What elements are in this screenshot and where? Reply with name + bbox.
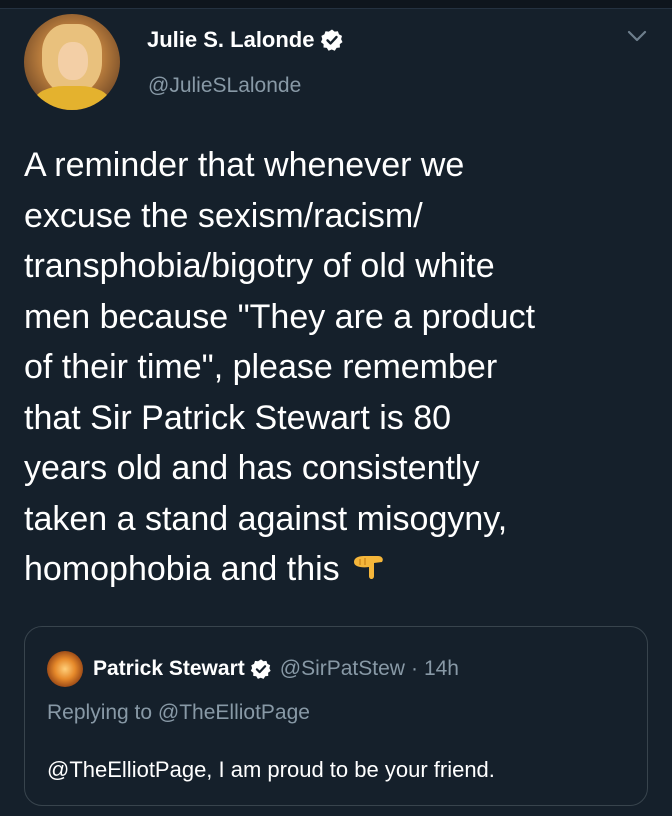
quoted-tweet-text: @TheElliotPage, I am proud to be your fr… bbox=[47, 757, 495, 782]
quoted-author-name[interactable]: Patrick Stewart bbox=[93, 657, 245, 681]
author-handle[interactable]: @JulieSLalonde bbox=[148, 74, 301, 98]
author-name-row[interactable]: Julie S. Lalonde bbox=[147, 27, 344, 53]
quoted-tweet-card[interactable]: Patrick Stewart @SirPatStew · 14h Replyi… bbox=[24, 626, 648, 806]
tweet-body: A reminder that whenever we excuse the s… bbox=[24, 146, 536, 588]
top-divider bbox=[0, 0, 672, 9]
verified-badge-icon bbox=[321, 29, 343, 51]
replying-to-text[interactable]: Replying to @TheElliotPage bbox=[47, 701, 310, 725]
author-avatar[interactable] bbox=[24, 14, 120, 110]
verified-badge-icon bbox=[250, 659, 271, 679]
avatar-face bbox=[58, 42, 88, 80]
author-name[interactable]: Julie S. Lalonde bbox=[147, 27, 314, 53]
chevron-down-icon[interactable] bbox=[626, 28, 648, 44]
backhand-index-pointing-down-icon bbox=[353, 556, 383, 579]
avatar-shirt bbox=[34, 86, 110, 110]
tweet-text: A reminder that whenever we excuse the s… bbox=[24, 140, 654, 595]
separator-dot: · bbox=[410, 657, 418, 680]
quoted-tweet-header: Patrick Stewart @SirPatStew · 14h bbox=[47, 651, 459, 687]
quoted-tweet-timestamp[interactable]: 14h bbox=[424, 657, 459, 681]
quoted-author-handle[interactable]: @SirPatStew bbox=[280, 657, 405, 681]
quoted-author-avatar[interactable] bbox=[47, 651, 83, 687]
